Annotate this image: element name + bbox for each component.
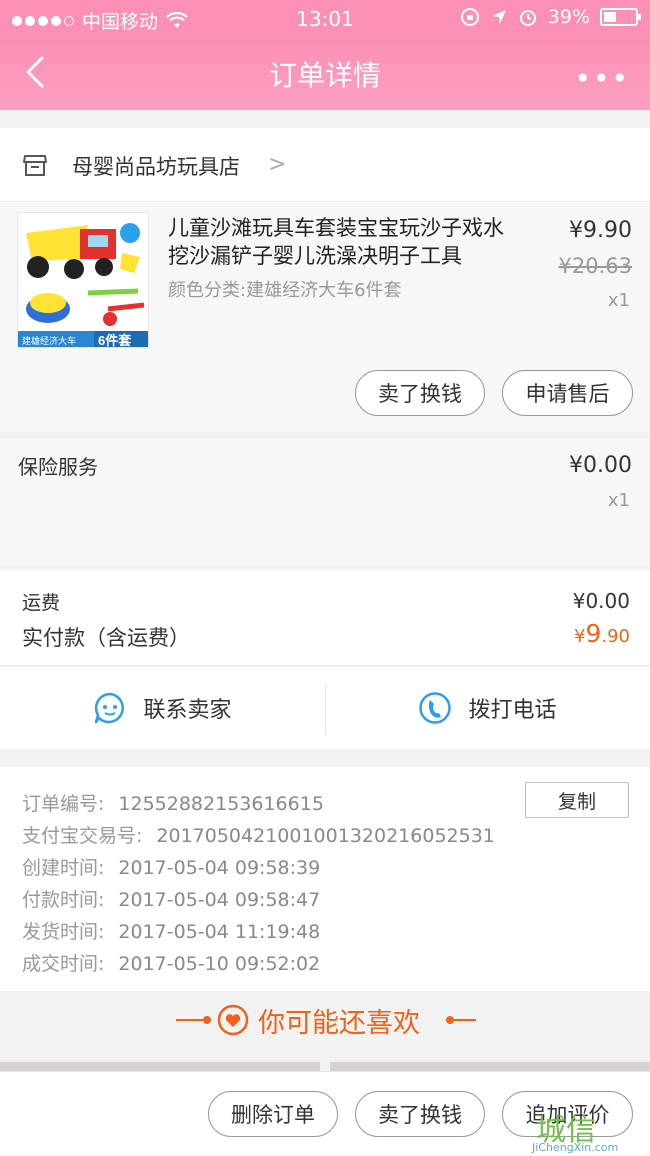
product-thumbnail[interactable]: 建雄经济大车 6件套 [17,212,149,348]
sell-for-cash-button[interactable]: 卖了换钱 [355,370,485,416]
alarm-icon [519,10,536,26]
payment-summary: 运费 ¥0.00 实付款（含运费） ¥9.90 [0,570,650,666]
watermark-url: JiChengXin.com [532,1141,619,1154]
after-sale-button[interactable]: 申请售后 [502,370,633,416]
battery-icon [600,8,641,26]
call-phone-button[interactable]: 拨打电话 [325,667,650,749]
divider [176,1019,206,1021]
copy-button[interactable]: 复制 [525,782,629,818]
contact-bar: 联系卖家 拨打电话 [0,667,650,749]
rotation-lock-icon [460,8,479,26]
recommend-thumbnail[interactable] [330,1062,650,1071]
heart-icon [217,1004,249,1036]
divider [203,1016,211,1024]
shipping-value: ¥0.00 [572,589,630,613]
paid-time-row: 付款时间: 2017-05-04 09:58:47 [22,889,321,911]
thumb-caption: 建雄经济大车 [22,335,76,346]
insurance-service: 保险服务 ¥0.00 x1 [0,438,650,566]
original-price: ¥20.63 [558,254,632,278]
nav-bar: 订单详情 ••• [0,36,650,110]
shop-header[interactable]: 母婴尚品坊玩具店 > [0,128,650,202]
completed-time-row: 成交时间: 2017-05-10 09:52:02 [22,953,321,975]
shop-name: 母婴尚品坊玩具店 [72,155,240,179]
delete-order-button[interactable]: 删除订单 [208,1091,338,1137]
recommend-thumbnail[interactable] [0,1062,320,1071]
product-quantity: x1 [607,290,630,311]
thumb-badge: 6件套 [98,333,132,348]
phone-icon [419,692,452,724]
recommend-header: 你可能还喜欢 [0,991,650,1071]
more-menu-icon[interactable]: ••• [574,62,630,95]
order-info: 订单编号: 12552882153616615 支付宝交易号: 2017050421… [0,767,650,991]
insurance-quantity: x1 [607,490,630,511]
sell-for-cash-button[interactable]: 卖了换钱 [355,1091,485,1137]
paid-amount: ¥9.90 [574,619,630,648]
paid-label: 实付款（含运费） [22,626,190,650]
call-phone-label: 拨打电话 [468,698,557,723]
product-price: ¥9.90 [569,218,632,243]
contact-seller-label: 联系卖家 [143,698,232,723]
location-icon [491,10,506,24]
order-item[interactable]: 建雄经济大车 6件套 儿童沙滩玩具车套装宝宝玩沙子戏水挖沙漏铲子婴儿洗澡决明子工… [0,202,650,432]
insurance-label: 保险服务 [18,455,98,479]
chat-bubble-icon [95,692,125,724]
product-spec: 颜色分类:建雄经济大车6件套 [168,280,402,301]
page-title: 订单详情 [268,59,381,92]
status-bar: 中国移动 13:01 39% [0,0,650,36]
recommend-title: 你可能还喜欢 [258,1008,420,1039]
toy-truck-image: 建雄经济大车 6件套 [18,223,148,348]
alipay-trade-row: 支付宝交易号: 2017050421001001320216052531 [22,825,495,847]
chevron-right-icon: > [268,152,287,177]
contact-seller-button[interactable]: 联系卖家 [0,667,325,749]
order-number-row: 订单编号: 12552882153616615 [22,793,324,815]
divider [446,1019,476,1021]
shipping-label: 运费 [22,592,61,614]
shipped-time-row: 发货时间: 2017-05-04 11:19:48 [22,921,321,943]
insurance-price: ¥0.00 [569,453,632,478]
product-title[interactable]: 儿童沙滩玩具车套装宝宝玩沙子戏水挖沙漏铲子婴儿洗澡决明子工具 [168,214,518,270]
created-time-row: 创建时间: 2017-05-04 09:58:39 [22,857,321,879]
store-icon [23,155,47,176]
battery-percent: 39% [547,6,590,28]
watermark: 城信 JiChengXin.com [532,1103,650,1156]
